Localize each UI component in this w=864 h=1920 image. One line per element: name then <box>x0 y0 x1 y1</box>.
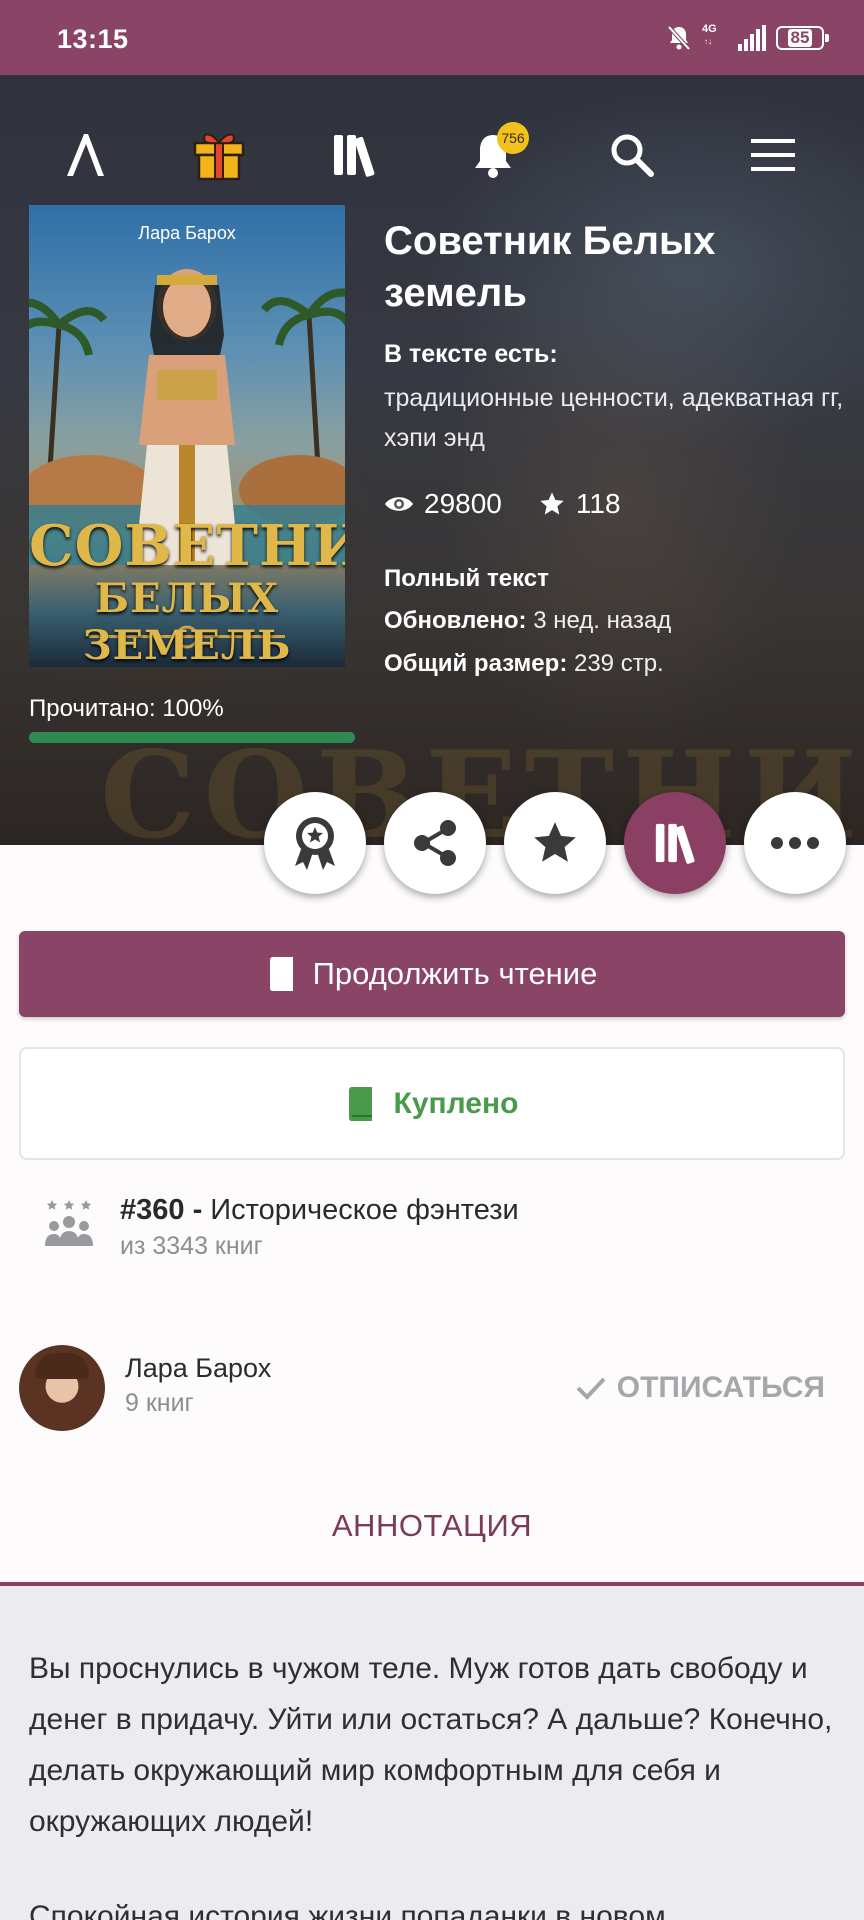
size-row: Общий размер: 239 стр. <box>384 650 664 678</box>
views-count: 29800 <box>424 488 502 519</box>
rank-position: #360 - <box>120 1194 203 1226</box>
author-books-count: 9 книг <box>125 1389 194 1417</box>
book-page: 13:15 4G ↑↓ 85 СОВЕТНИК <box>0 0 864 1920</box>
favorite-button[interactable] <box>504 792 606 894</box>
bought-button[interactable]: Куплено <box>19 1047 845 1160</box>
book-hero: СОВЕТНИК <box>0 75 864 845</box>
logo-icon <box>67 134 104 176</box>
network-type: 4G <box>702 23 717 35</box>
battery-level: 85 <box>787 29 813 47</box>
book-cover[interactable]: Лара Барох СОВЕТНИК Б <box>29 205 345 667</box>
size-value: 239 стр. <box>573 650 664 677</box>
status-time: 13:15 <box>57 24 129 54</box>
rank-group-icon <box>45 1200 93 1246</box>
rating-stat: 118 <box>538 488 621 520</box>
rank-genre: Историческое фэнтези <box>210 1194 519 1226</box>
continue-reading-label: Продолжить чтение <box>312 956 598 991</box>
status-icons: 4G ↑↓ 85 <box>666 22 829 54</box>
add-to-library-button[interactable] <box>624 792 726 894</box>
rank-total: из 3343 книг <box>120 1232 263 1260</box>
updated-row: Обновлено: 3 нед. назад <box>384 607 671 635</box>
author-avatar[interactable] <box>19 1345 105 1431</box>
home-logo-button[interactable] <box>45 115 125 195</box>
share-button[interactable] <box>384 792 486 894</box>
star-icon <box>534 822 576 862</box>
tags-label: В тексте есть: <box>384 340 558 368</box>
top-navigation: 756 <box>0 115 864 195</box>
read-progress-fill <box>29 732 355 743</box>
size-label: Общий размер: <box>384 650 568 677</box>
notifications-button[interactable]: 756 <box>453 115 533 195</box>
author-row: Лара Барох 9 книг ОТПИСАТЬСЯ <box>19 1345 845 1431</box>
gift-button[interactable] <box>179 115 259 195</box>
book-icon <box>269 957 293 991</box>
annotation-paragraph-1: Вы проснулись в чужом теле. Муж готов да… <box>29 1652 833 1838</box>
book-title: Советник Белых земель <box>384 219 716 315</box>
cover-title-line1: СОВЕТНИК <box>29 513 345 579</box>
award-button[interactable] <box>264 792 366 894</box>
battery-icon: 85 <box>776 26 829 50</box>
action-circles <box>0 792 864 894</box>
updated-label: Обновлено: <box>384 607 527 634</box>
library-icon <box>655 823 695 864</box>
share-icon <box>414 820 456 866</box>
search-icon <box>611 134 654 177</box>
more-icon <box>771 837 819 849</box>
genre-rank[interactable]: #360 - Историческое фэнтези из 3343 книг <box>44 1190 824 1270</box>
read-progress-label: Прочитано: 100% <box>29 695 224 722</box>
read-progress-bar <box>29 732 355 743</box>
annotation-paragraph-2: Спокойная история жизни попаданки в ново… <box>29 1900 666 1920</box>
notifications-badge: 756 <box>497 122 529 154</box>
check-icon <box>576 1377 606 1400</box>
bell-muted-icon <box>667 25 691 51</box>
library-icon <box>334 135 375 177</box>
tags-text: традиционные ценности, адекватная гг, хэ… <box>384 384 844 452</box>
unsubscribe-label: ОТПИСАТЬСЯ <box>616 1371 825 1404</box>
star-icon <box>540 492 564 515</box>
book-stats: 29800 118 <box>384 488 657 520</box>
unsubscribe-button[interactable]: ОТПИСАТЬСЯ <box>575 1371 825 1405</box>
more-button[interactable] <box>744 792 846 894</box>
gift-icon <box>193 133 245 181</box>
bought-label: Куплено <box>393 1086 519 1120</box>
search-button[interactable] <box>592 115 672 195</box>
cover-title-line2: БЕЛЫХ ЗЕМЕЛЬ <box>82 575 292 667</box>
network-arrows-icon: ↑↓ <box>704 37 712 46</box>
library-button[interactable] <box>314 115 394 195</box>
menu-icon <box>751 139 795 171</box>
menu-button[interactable] <box>733 115 813 195</box>
author-name[interactable]: Лара Барох <box>125 1353 271 1384</box>
book-icon <box>348 1086 372 1121</box>
award-icon <box>295 817 335 870</box>
network-indicator: 4G ↑↓ <box>702 23 728 53</box>
rank-line: #360 - Историческое фэнтези <box>120 1194 519 1227</box>
updated-value: 3 нед. назад <box>533 607 672 634</box>
continue-reading-button[interactable]: Продолжить чтение <box>19 931 845 1017</box>
status-bar: 13:15 4G ↑↓ 85 <box>0 0 864 75</box>
signal-icon <box>738 25 766 51</box>
completion-status: Полный текст <box>384 565 549 592</box>
eye-icon <box>385 497 413 511</box>
tab-annotation[interactable]: АННОТАЦИЯ <box>0 1508 864 1544</box>
views-stat: 29800 <box>384 488 502 520</box>
rating-count: 118 <box>575 488 621 519</box>
